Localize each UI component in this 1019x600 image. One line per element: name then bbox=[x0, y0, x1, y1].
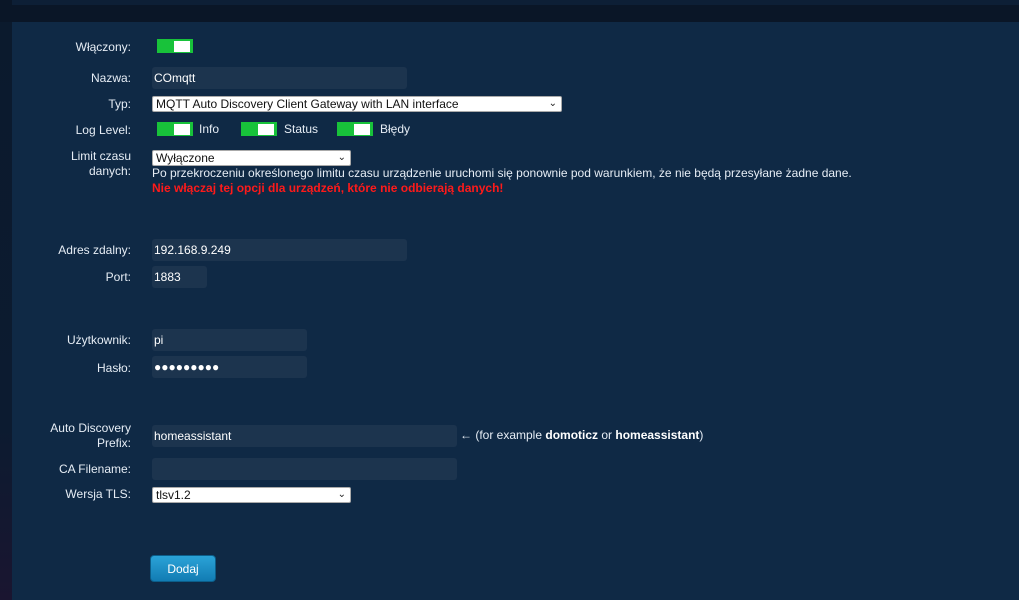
type-select[interactable]: MQTT Auto Discovery Client Gateway with … bbox=[152, 96, 562, 112]
toggle-knob bbox=[354, 124, 370, 135]
top-bar bbox=[0, 0, 1019, 22]
prefix-hint-pre: ← (for example bbox=[460, 428, 546, 442]
name-label: Nazwa: bbox=[90, 71, 131, 85]
top-bar-edge bbox=[12, 5, 1019, 22]
prefix-hint-mid: or bbox=[598, 428, 616, 442]
enabled-label: Włączony: bbox=[75, 40, 131, 54]
loglevel-label: Log Level: bbox=[75, 123, 131, 137]
timeout-select[interactable]: Wyłączone ⌄ bbox=[152, 150, 351, 166]
timeout-select-value: Wyłączone bbox=[156, 151, 215, 165]
password-label: Hasło: bbox=[96, 361, 131, 375]
prefix-label-line1: Auto Discovery bbox=[50, 421, 131, 435]
address-input[interactable]: 192.168.9.249 bbox=[152, 239, 407, 261]
loglevel-errors-label: Błędy bbox=[380, 122, 411, 136]
toggle-knob bbox=[174, 41, 190, 52]
prefix-label-line2: Prefix: bbox=[96, 436, 131, 450]
prefix-hint: ← (for example domoticz or homeassistant… bbox=[460, 428, 703, 442]
timeout-note: Po przekroczeniu określonego limitu czas… bbox=[152, 166, 852, 180]
toggle-knob bbox=[174, 124, 190, 135]
prefix-hint-example1: domoticz bbox=[545, 428, 599, 442]
left-edge bbox=[0, 22, 12, 600]
chevron-down-icon: ⌄ bbox=[337, 152, 346, 163]
prefix-hint-post: ) bbox=[699, 428, 704, 442]
timeout-label-line1: Limit czasu bbox=[70, 149, 131, 163]
chevron-down-icon: ⌄ bbox=[337, 489, 346, 500]
tls-select-value: tlsv1.2 bbox=[156, 488, 191, 502]
timeout-label-line2: danych: bbox=[88, 164, 131, 178]
loglevel-status-toggle[interactable] bbox=[239, 120, 279, 138]
prefix-hint-example2: homeassistant bbox=[615, 428, 700, 442]
chevron-down-icon: ⌄ bbox=[548, 98, 557, 109]
ca-label: CA Filename: bbox=[58, 462, 131, 476]
loglevel-info-label: Info bbox=[199, 122, 220, 136]
type-label: Typ: bbox=[108, 97, 131, 111]
prefix-input[interactable]: homeassistant bbox=[152, 425, 457, 447]
loglevel-status-label: Status bbox=[284, 122, 319, 136]
enabled-toggle[interactable] bbox=[155, 37, 195, 55]
user-label: Użytkownik: bbox=[66, 333, 131, 347]
ca-input[interactable] bbox=[152, 458, 457, 480]
timeout-warning: Nie włączaj tej opcji dla urządzeń, któr… bbox=[152, 181, 504, 195]
name-input[interactable]: COmqtt bbox=[152, 67, 407, 89]
add-button[interactable]: Dodaj bbox=[150, 555, 216, 582]
toggle-knob bbox=[258, 124, 274, 135]
port-label: Port: bbox=[105, 270, 131, 284]
loglevel-info-toggle[interactable] bbox=[155, 120, 195, 138]
tls-label: Wersja TLS: bbox=[65, 487, 131, 501]
tls-select[interactable]: tlsv1.2 ⌄ bbox=[152, 487, 351, 503]
loglevel-errors-toggle[interactable] bbox=[335, 120, 375, 138]
user-input[interactable]: pi bbox=[152, 329, 307, 351]
address-label: Adres zdalny: bbox=[58, 243, 131, 257]
password-input[interactable]: ●●●●●●●●● bbox=[152, 356, 307, 378]
port-input[interactable]: 1883 bbox=[152, 266, 207, 288]
type-select-value: MQTT Auto Discovery Client Gateway with … bbox=[156, 97, 459, 111]
